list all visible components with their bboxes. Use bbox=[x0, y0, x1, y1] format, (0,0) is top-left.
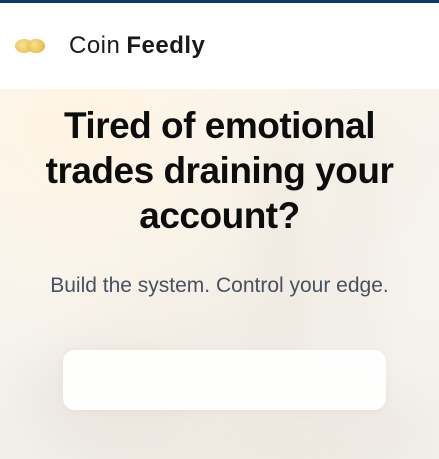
cta-button[interactable] bbox=[63, 350, 386, 410]
coin-logo-icon bbox=[15, 39, 47, 53]
hero-headline: Tired of emotional trades draining your … bbox=[45, 105, 394, 236]
brand-logo-link[interactable]: Coin Feedly bbox=[15, 32, 205, 60]
hero-section: Tired of emotional trades draining your … bbox=[0, 89, 439, 459]
landing-page: Coin Feedly Tired of emotional trades dra… bbox=[0, 0, 439, 459]
brand-name-part1: Coin bbox=[69, 32, 121, 59]
hero-subheadline: Build the system. Control your edge. bbox=[50, 274, 389, 297]
brand-name-part2: Feedly bbox=[126, 32, 206, 59]
site-header: Coin Feedly bbox=[0, 3, 439, 89]
brand-name: Coin Feedly bbox=[69, 32, 205, 60]
coin-shape bbox=[27, 39, 45, 53]
